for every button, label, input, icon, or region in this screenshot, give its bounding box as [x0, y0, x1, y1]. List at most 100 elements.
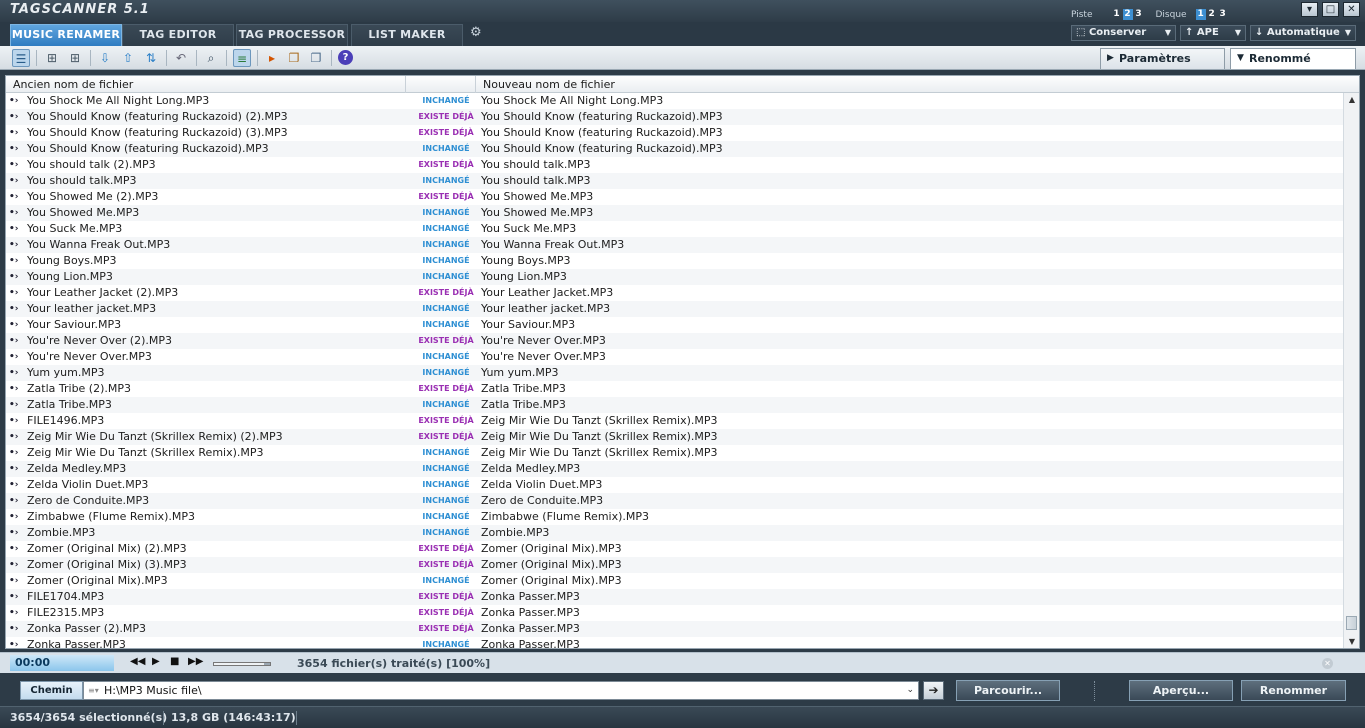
- cancel-icon[interactable]: ✕: [1322, 658, 1333, 669]
- table-row[interactable]: •› Young Boys.MP3 INCHANGÉ Young Boys.MP3: [6, 253, 1344, 269]
- scroll-thumb[interactable]: [1346, 616, 1357, 630]
- disque-1[interactable]: 1: [1195, 9, 1206, 20]
- minimize-button[interactable]: ▾: [1301, 2, 1318, 17]
- piste-label: Piste: [1071, 9, 1093, 20]
- table-row[interactable]: •› Zero de Conduite.MP3 INCHANGÉ Zero de Co…: [6, 493, 1344, 509]
- row-arrow-icon: •›: [9, 144, 19, 154]
- table-row[interactable]: •› Zelda Violin Duet.MP3 INCHANGÉ Zelda Vio…: [6, 477, 1344, 493]
- tab-music-renamer[interactable]: MUSIC RENAMER: [10, 24, 122, 46]
- status-badge: INCHANGÉ: [422, 352, 470, 361]
- old-filename: You're Never Over (2).MP3: [27, 334, 172, 347]
- table-row[interactable]: •› Young Lion.MP3 INCHANGÉ Young Lion.MP3: [6, 269, 1344, 285]
- table-row[interactable]: •› Your Leather Jacket (2).MP3 EXISTE DÉJÀ…: [6, 285, 1344, 301]
- table-row[interactable]: •› You should talk (2).MP3 EXISTE DÉJÀ You …: [6, 157, 1344, 173]
- chevron-down-icon[interactable]: ⌄: [906, 682, 914, 699]
- renommer-button[interactable]: Renommer: [1241, 680, 1346, 701]
- table-row[interactable]: •› Zeig Mir Wie Du Tanzt (Skrillex Remix)…: [6, 429, 1344, 445]
- table-row[interactable]: •› You should talk.MP3 INCHANGÉ You should …: [6, 173, 1344, 189]
- status-badge: EXISTE DÉJÀ: [418, 544, 474, 553]
- table-row[interactable]: •› FILE1704.MP3 EXISTE DÉJÀ Zonka Passer.MP…: [6, 589, 1344, 605]
- paste-file-icon[interactable]: ❐: [307, 49, 325, 67]
- tab-tag-editor[interactable]: TAG EDITOR: [122, 24, 234, 46]
- status-badge: INCHANGÉ: [422, 304, 470, 313]
- header-status[interactable]: [406, 76, 476, 93]
- table-row[interactable]: •› You Suck Me.MP3 INCHANGÉ You Suck Me.MP3: [6, 221, 1344, 237]
- select-all-icon[interactable]: ⊞: [43, 49, 61, 67]
- piste-2[interactable]: 2: [1122, 9, 1133, 20]
- old-filename: FILE1704.MP3: [27, 590, 105, 603]
- table-row[interactable]: •› You Should Know (featuring Ruckazoid) …: [6, 109, 1344, 125]
- go-arrow-button[interactable]: ➔: [923, 681, 944, 700]
- stop-icon[interactable]: ■: [170, 656, 179, 667]
- table-row[interactable]: •› FILE2315.MP3 EXISTE DÉJÀ Zonka Passer.MP…: [6, 605, 1344, 621]
- tab-parametres[interactable]: ▶ Paramètres: [1100, 48, 1225, 69]
- row-arrow-icon: •›: [9, 464, 19, 474]
- play-file-icon[interactable]: ▸: [263, 49, 281, 67]
- table-row[interactable]: •› Zimbabwe (Flume Remix).MP3 INCHANGÉ Zimb…: [6, 509, 1344, 525]
- apercu-button[interactable]: Aperçu...: [1129, 680, 1233, 701]
- table-row[interactable]: •› You Shock Me All Night Long.MP3 INCHANG…: [6, 93, 1344, 109]
- table-row[interactable]: •› Zeig Mir Wie Du Tanzt (Skrillex Remix)…: [6, 445, 1344, 461]
- disque-3[interactable]: 3: [1218, 9, 1228, 20]
- path-input[interactable]: ≡▾ H:\MP3 Music file\ ⌄: [83, 681, 919, 700]
- undo-icon[interactable]: ↶: [172, 49, 190, 67]
- disque-2[interactable]: 2: [1207, 9, 1217, 20]
- new-filename: Your Saviour.MP3: [481, 318, 576, 331]
- gear-icon[interactable]: ⚙: [470, 25, 482, 40]
- piste-3[interactable]: 3: [1134, 9, 1144, 20]
- filter-icon[interactable]: ≡: [233, 49, 251, 67]
- header-old-name[interactable]: Ancien nom de fichier: [6, 76, 406, 93]
- table-row[interactable]: •› You Should Know (featuring Ruckazoid) …: [6, 125, 1344, 141]
- new-filename: You're Never Over.MP3: [481, 334, 606, 347]
- table-row[interactable]: •› You Should Know (featuring Ruckazoid).…: [6, 141, 1344, 157]
- row-arrow-icon: •›: [9, 224, 19, 234]
- table-row[interactable]: •› Zombie.MP3 INCHANGÉ Zombie.MP3: [6, 525, 1344, 541]
- status-badge: EXISTE DÉJÀ: [418, 192, 474, 201]
- vertical-scrollbar[interactable]: ▲ ▼: [1343, 93, 1359, 648]
- play-icon[interactable]: ▶: [152, 656, 160, 667]
- table-row[interactable]: •› You're Never Over (2).MP3 EXISTE DÉJÀ Yo…: [6, 333, 1344, 349]
- search-icon[interactable]: ⌕: [202, 49, 220, 67]
- maximize-button[interactable]: □: [1322, 2, 1339, 17]
- ape-dropdown[interactable]: ↑ APE ▼: [1180, 25, 1246, 41]
- old-filename: Yum yum.MP3: [27, 366, 105, 379]
- grid-icon[interactable]: ⊞: [66, 49, 84, 67]
- tab-tag-processor[interactable]: TAG PROCESSOR: [236, 24, 348, 46]
- table-row[interactable]: •› Zatla Tribe (2).MP3 EXISTE DÉJÀ Zatla Tr…: [6, 381, 1344, 397]
- parcourir-button[interactable]: Parcourir...: [956, 680, 1060, 701]
- table-row[interactable]: •› Zomer (Original Mix) (3).MP3 EXISTE DÉJ…: [6, 557, 1344, 573]
- close-button[interactable]: ✕: [1343, 2, 1360, 17]
- header-new-name[interactable]: Nouveau nom de fichier: [476, 76, 1359, 93]
- move-down-icon[interactable]: ⇩: [96, 49, 114, 67]
- table-row[interactable]: •› Yum yum.MP3 INCHANGÉ Yum yum.MP3: [6, 365, 1344, 381]
- table-row[interactable]: •› Your Saviour.MP3 INCHANGÉ Your Saviour.M…: [6, 317, 1344, 333]
- forward-icon[interactable]: ▶▶: [188, 656, 203, 667]
- table-row[interactable]: •› FILE1496.MP3 EXISTE DÉJÀ Zeig Mir Wie Du…: [6, 413, 1344, 429]
- tab-renomme[interactable]: ▼ Renommé: [1230, 48, 1356, 69]
- table-row[interactable]: •› You Showed Me.MP3 INCHANGÉ You Showed Me…: [6, 205, 1344, 221]
- copy-file-icon[interactable]: ❐: [285, 49, 303, 67]
- table-row[interactable]: •› Zelda Medley.MP3 INCHANGÉ Zelda Medley.M…: [6, 461, 1344, 477]
- scroll-up-icon[interactable]: ▲: [1344, 93, 1359, 107]
- automatique-dropdown[interactable]: ↓ Automatique ▼: [1250, 25, 1356, 41]
- table-row[interactable]: •› Zomer (Original Mix).MP3 INCHANGÉ Zomer …: [6, 573, 1344, 589]
- rewind-icon[interactable]: ◀◀: [130, 656, 145, 667]
- conserver-dropdown[interactable]: ⬚ Conserver ▼: [1071, 25, 1176, 41]
- list-view-icon[interactable]: ☰: [12, 49, 30, 67]
- seek-slider[interactable]: [213, 662, 271, 666]
- scroll-down-icon[interactable]: ▼: [1344, 635, 1359, 648]
- sort-icon[interactable]: ⇅: [142, 49, 160, 67]
- table-row[interactable]: •› Zatla Tribe.MP3 INCHANGÉ Zatla Tribe.MP3: [6, 397, 1344, 413]
- status-badge: EXISTE DÉJÀ: [418, 624, 474, 633]
- table-row[interactable]: •› Zonka Passer.MP3 INCHANGÉ Zonka Passer.M…: [6, 637, 1344, 648]
- table-row[interactable]: •› Your leather jacket.MP3 INCHANGÉ Your le…: [6, 301, 1344, 317]
- piste-1[interactable]: 1: [1112, 9, 1122, 20]
- table-row[interactable]: •› You Showed Me (2).MP3 EXISTE DÉJÀ You Sh…: [6, 189, 1344, 205]
- table-row[interactable]: •› Zomer (Original Mix) (2).MP3 EXISTE DÉJ…: [6, 541, 1344, 557]
- move-up-icon[interactable]: ⇧: [119, 49, 137, 67]
- help-icon[interactable]: ?: [338, 50, 353, 65]
- table-row[interactable]: •› You're Never Over.MP3 INCHANGÉ You're Ne…: [6, 349, 1344, 365]
- table-row[interactable]: •› You Wanna Freak Out.MP3 INCHANGÉ You Wan…: [6, 237, 1344, 253]
- table-row[interactable]: •› Zonka Passer (2).MP3 EXISTE DÉJÀ Zonka P…: [6, 621, 1344, 637]
- tab-list-maker[interactable]: LIST MAKER: [351, 24, 463, 46]
